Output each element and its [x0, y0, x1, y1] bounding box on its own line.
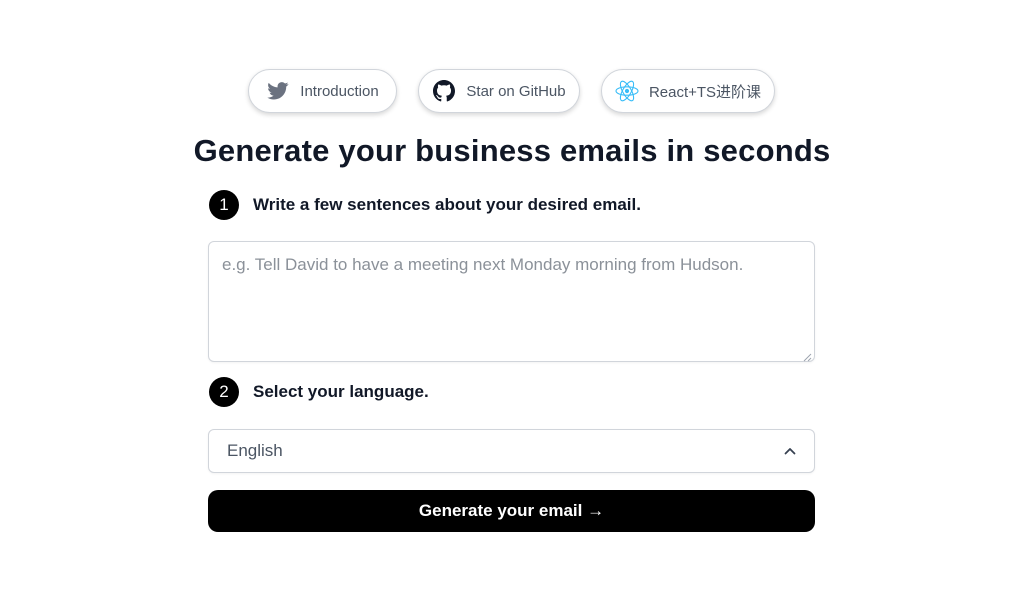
- step-1: 1 Write a few sentences about your desir…: [209, 190, 641, 220]
- step-2: 2 Select your language.: [209, 377, 429, 407]
- link-row: Introduction Star on GitHub React+TS进阶课: [0, 69, 1024, 115]
- chevron-up-icon: [783, 444, 797, 458]
- language-select-value: English: [227, 441, 283, 460]
- react-course-link[interactable]: React+TS进阶课: [601, 69, 775, 113]
- introduction-link[interactable]: Introduction: [248, 69, 397, 113]
- email-prompt-container: [208, 241, 815, 362]
- step-instruction: Select your language.: [253, 382, 429, 401]
- step-number-badge: 1: [209, 190, 239, 220]
- generate-email-button[interactable]: Generate your email →: [208, 490, 815, 532]
- github-icon: [432, 79, 456, 103]
- react-icon: [615, 79, 639, 103]
- language-select[interactable]: English: [208, 429, 815, 473]
- step-number-badge: 2: [209, 377, 239, 407]
- email-prompt-textarea[interactable]: [209, 242, 814, 361]
- react-course-link-label: React+TS进阶课: [648, 83, 762, 101]
- twitter-icon: [266, 79, 290, 103]
- introduction-link-label: Introduction: [300, 82, 379, 100]
- resize-handle-icon[interactable]: [802, 349, 812, 362]
- github-star-link[interactable]: Star on GitHub: [418, 69, 580, 113]
- github-star-link-label: Star on GitHub: [466, 82, 566, 100]
- step-instruction: Write a few sentences about your desired…: [253, 195, 641, 214]
- page-title: Generate your business emails in seconds: [193, 133, 831, 168]
- page: Introduction Star on GitHub React+TS进阶课 …: [0, 0, 1024, 610]
